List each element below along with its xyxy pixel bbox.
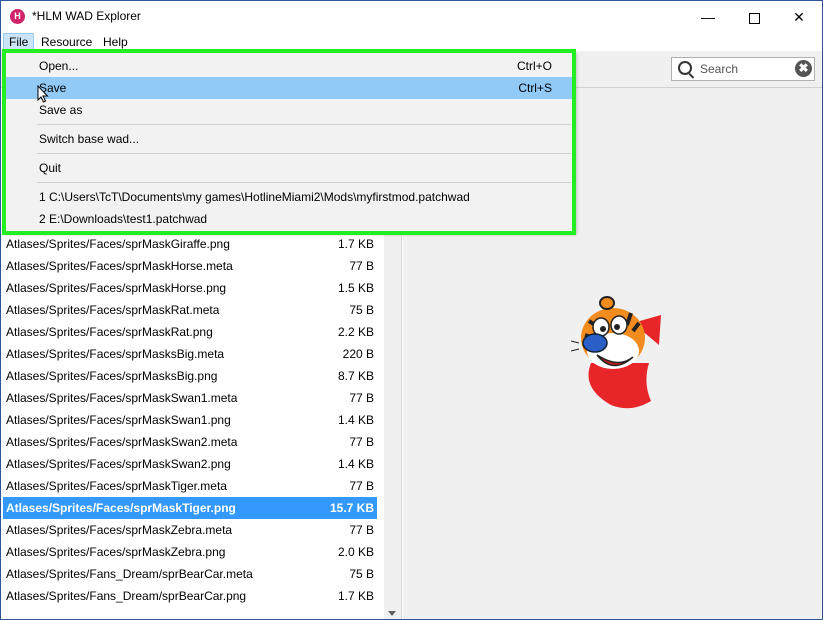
file-row[interactable]: Atlases/Sprites/Faces/sprMaskRat.png 2.2 … — [3, 321, 377, 343]
file-size: 77 B — [349, 391, 374, 405]
file-name: Atlases/Sprites/Faces/sprMaskRat.png — [6, 325, 213, 339]
file-size: 15.7 KB — [329, 501, 374, 515]
file-name: Atlases/Sprites/Faces/sprMaskHorse.png — [6, 281, 227, 295]
search-icon — [678, 61, 692, 75]
search-box[interactable]: ✖ — [671, 57, 815, 81]
file-name: Atlases/Sprites/Faces/sprMaskSwan2.png — [6, 457, 231, 471]
file-name: Atlases/Sprites/Fans_Dream/sprBearCar.pn… — [6, 589, 247, 603]
file-row[interactable]: Atlases/Sprites/Faces/sprMaskTiger.png 15… — [3, 497, 377, 519]
file-size: 77 B — [349, 435, 374, 449]
menu-separator — [37, 153, 571, 154]
file-name: Atlases/Sprites/Faces/sprMaskSwan2.meta — [6, 435, 238, 449]
file-size: 2.0 KB — [337, 545, 374, 559]
file-name: Atlases/Sprites/Faces/sprMaskTiger.png — [6, 501, 236, 515]
file-row[interactable]: Atlases/Sprites/Faces/sprMaskSwan1.meta 7… — [3, 387, 377, 409]
file-row[interactable]: Atlases/Sprites/Fans_Dream/sprBearCar.pn… — [3, 585, 377, 607]
file-row[interactable]: Atlases/Sprites/Faces/sprMaskRat.meta 75 … — [3, 299, 377, 321]
clear-search-icon[interactable]: ✖ — [795, 60, 812, 77]
menu-help[interactable]: Help — [98, 33, 133, 51]
file-name: Atlases/Sprites/Faces/sprMaskTiger.meta — [6, 479, 227, 493]
close-button[interactable]: ✕ — [776, 1, 822, 33]
file-row[interactable]: Atlases/Sprites/Faces/sprMaskHorse.meta 7… — [3, 255, 377, 277]
file-row[interactable]: Atlases/Sprites/Faces/sprMaskHorse.png 1.… — [3, 277, 377, 299]
tiger-mask-sprite — [571, 296, 661, 409]
file-row[interactable]: Atlases/Sprites/Faces/sprMaskGiraffe.png… — [3, 233, 377, 255]
file-row[interactable]: Atlases/Sprites/Faces/sprMaskSwan2.png 1.… — [3, 453, 377, 475]
menu-item-save[interactable]: Save Ctrl+S — [4, 77, 574, 99]
app-window: H *HLM WAD Explorer — ✕ File Resource He… — [0, 0, 823, 620]
file-row[interactable]: Atlases/Sprites/Fans_Dream/sprBearCar.me… — [3, 563, 377, 585]
menu-item-recent-1[interactable]: 1 C:\Users\TcT\Documents\my games\Hotlin… — [4, 186, 574, 208]
search-input[interactable] — [698, 60, 792, 78]
maximize-icon — [748, 12, 760, 24]
file-row[interactable]: Atlases/Sprites/Faces/sprMaskZebra.meta 7… — [3, 519, 377, 541]
minimize-button[interactable]: — — [685, 1, 731, 33]
file-row[interactable]: Atlases/Sprites/Faces/sprMaskSwan1.png 1.… — [3, 409, 377, 431]
file-size: 220 B — [342, 347, 374, 361]
file-size: 77 B — [349, 523, 374, 537]
file-name: Atlases/Sprites/Faces/sprMaskSwan1.meta — [6, 391, 238, 405]
menu-item-label: 2 E:\Downloads\test1.patchwad — [39, 212, 208, 226]
menu-item-label: 1 C:\Users\TcT\Documents\my games\Hotlin… — [39, 190, 470, 204]
file-name: Atlases/Sprites/Faces/sprMaskZebra.meta — [6, 523, 233, 537]
menu-bar: File Resource Help — [1, 33, 822, 51]
menu-item-open[interactable]: Open... Ctrl+O — [4, 55, 574, 77]
file-menu-dropdown: Open... Ctrl+O Save Ctrl+S Save as Switc… — [3, 51, 575, 233]
file-size: 77 B — [349, 259, 374, 273]
file-size: 1.7 KB — [337, 589, 374, 603]
menu-separator — [37, 124, 571, 125]
file-row[interactable]: Atlases/Sprites/Faces/sprMasksBig.png 8.7… — [3, 365, 377, 387]
menu-item-save-as[interactable]: Save as — [4, 99, 574, 121]
file-size: 1.7 KB — [337, 237, 374, 251]
window-title: *HLM WAD Explorer — [32, 9, 141, 23]
mouse-cursor-icon — [37, 85, 49, 103]
menu-item-recent-2[interactable]: 2 E:\Downloads\test1.patchwad — [4, 208, 574, 230]
file-name: Atlases/Sprites/Faces/sprMaskSwan1.png — [6, 413, 231, 427]
app-logo-icon: H — [10, 9, 25, 24]
menu-file[interactable]: File — [3, 33, 35, 51]
menu-item-quit[interactable]: Quit — [4, 157, 574, 179]
scroll-down-icon[interactable] — [388, 611, 396, 616]
file-name: Atlases/Sprites/Faces/sprMaskHorse.meta — [6, 259, 233, 273]
file-row[interactable]: Atlases/Sprites/Faces/sprMaskSwan2.meta 7… — [3, 431, 377, 453]
maximize-button[interactable] — [731, 1, 777, 33]
file-size: 75 B — [349, 303, 374, 317]
file-size: 1.5 KB — [337, 281, 374, 295]
file-row[interactable]: Atlases/Sprites/Faces/sprMaskTiger.meta 7… — [3, 475, 377, 497]
file-size: 77 B — [349, 479, 374, 493]
menu-separator — [37, 182, 571, 183]
file-size: 8.7 KB — [337, 369, 374, 383]
file-name: Atlases/Sprites/Fans_Dream/sprBearCar.me… — [6, 567, 253, 581]
file-name: Atlases/Sprites/Faces/sprMasksBig.png — [6, 369, 218, 383]
title-bar[interactable]: H *HLM WAD Explorer — ✕ — [1, 1, 822, 33]
file-name: Atlases/Sprites/Faces/sprMaskZebra.png — [6, 545, 226, 559]
menu-item-label: Quit — [39, 161, 62, 175]
menu-item-shortcut: Ctrl+S — [518, 81, 552, 95]
menu-resource[interactable]: Resource — [36, 33, 97, 51]
file-size: 75 B — [349, 567, 374, 581]
file-name: Atlases/Sprites/Faces/sprMasksBig.meta — [6, 347, 225, 361]
file-name: Atlases/Sprites/Faces/sprMaskRat.meta — [6, 303, 220, 317]
menu-item-shortcut: Ctrl+O — [516, 59, 552, 73]
file-name: Atlases/Sprites/Faces/sprMaskGiraffe.png — [6, 237, 230, 251]
file-row[interactable]: Atlases/Sprites/Faces/sprMasksBig.meta 22… — [3, 343, 377, 365]
menu-item-label: Open... — [39, 59, 79, 73]
menu-item-label: Switch base wad... — [39, 132, 140, 146]
file-size: 2.2 KB — [337, 325, 374, 339]
file-size: 1.4 KB — [337, 413, 374, 427]
file-row[interactable]: Atlases/Sprites/Faces/sprMaskZebra.png 2.… — [3, 541, 377, 563]
menu-item-switch-base-wad[interactable]: Switch base wad... — [4, 128, 574, 150]
file-size: 1.4 KB — [337, 457, 374, 471]
